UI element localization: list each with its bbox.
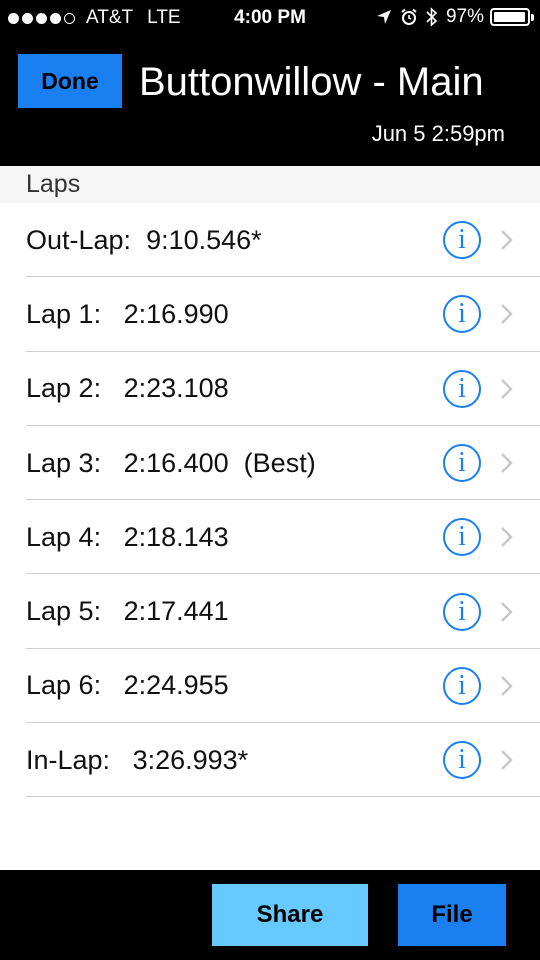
lap-row[interactable]: Lap 3: 2:16.400 (Best) i	[0, 426, 540, 501]
lap-row[interactable]: Lap 6: 2:24.955 i	[0, 649, 540, 724]
bottom-toolbar: Share File	[0, 870, 540, 960]
chevron-right-icon	[501, 601, 513, 622]
section-header-laps: Laps	[0, 166, 540, 203]
chevron-right-icon	[501, 750, 513, 771]
status-right: 97%	[368, 6, 534, 28]
location-arrow-icon	[376, 10, 391, 24]
nav-header: Done Buttonwillow - Main Jun 5 2:59pm	[0, 36, 540, 166]
lap-row[interactable]: Lap 1: 2:16.990 i	[0, 277, 540, 352]
chevron-right-icon	[501, 378, 513, 399]
done-button[interactable]: Done	[18, 54, 122, 108]
info-icon[interactable]: i	[443, 741, 481, 780]
info-icon[interactable]: i	[443, 592, 481, 631]
lap-time-label: Lap 4: 2:18.143	[26, 521, 229, 552]
battery-fill	[494, 12, 526, 22]
file-button[interactable]: File	[398, 884, 506, 946]
info-icon[interactable]: i	[443, 518, 481, 557]
alarm-clock-icon	[401, 8, 417, 25]
lap-time-label: Lap 1: 2:16.990	[26, 298, 229, 329]
info-icon[interactable]: i	[443, 221, 481, 260]
chevron-right-icon	[501, 676, 513, 696]
chevron-right-icon	[501, 453, 513, 473]
lap-row[interactable]: Lap 2: 2:23.108 i	[0, 352, 540, 427]
chevron-right-icon	[501, 230, 513, 250]
battery-icon	[490, 8, 534, 26]
page-title: Buttonwillow - Main	[139, 60, 484, 104]
chevron-right-icon	[501, 527, 513, 548]
lap-row[interactable]: In-Lap: 3:26.993* i	[0, 723, 540, 798]
status-bar: AT&T LTE 4:00 PM 97%	[0, 0, 540, 36]
info-icon[interactable]: i	[443, 444, 481, 483]
lap-row[interactable]: Out-Lap: 9:10.546* i	[0, 203, 540, 278]
lap-time-label: Lap 6: 2:24.955	[26, 670, 229, 701]
lap-time-label: Lap 5: 2:17.441	[26, 596, 229, 627]
lap-time-label: Out-Lap: 9:10.546*	[26, 224, 262, 255]
info-icon[interactable]: i	[443, 295, 481, 334]
lap-row[interactable]: Lap 4: 2:18.143 i	[0, 500, 540, 575]
info-icon[interactable]: i	[443, 369, 481, 408]
info-icon[interactable]: i	[443, 666, 481, 705]
lap-list: Out-Lap: 9:10.546* i Lap 1: 2:16.990 i Lap 2…	[0, 203, 540, 798]
chevron-right-icon	[501, 304, 513, 325]
session-datetime: Jun 5 2:59pm	[371, 121, 505, 146]
battery-percent: 97%	[445, 6, 484, 27]
lap-time-label: In-Lap: 3:26.993*	[26, 744, 249, 775]
lap-time-label: Lap 2: 2:23.108	[26, 373, 229, 404]
share-button[interactable]: Share	[212, 884, 368, 946]
lap-row[interactable]: Lap 5: 2:17.441 i	[0, 574, 540, 650]
bluetooth-icon	[426, 7, 438, 27]
lap-time-label: Lap 3: 2:16.400 (Best)	[26, 447, 316, 478]
